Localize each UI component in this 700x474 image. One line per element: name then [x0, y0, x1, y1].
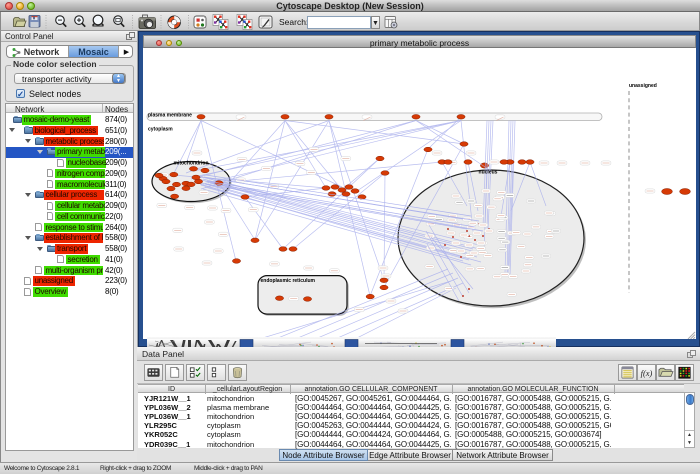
- svg-text:mitochondrion: mitochondrion: [174, 161, 209, 167]
- svg-text:cytoplasm: cytoplasm: [148, 127, 173, 133]
- svg-text:plasma membrane: plasma membrane: [148, 113, 192, 119]
- svg-text:endoplasmic reticulum: endoplasmic reticulum: [261, 278, 316, 284]
- svg-text:f(x): f(x): [641, 368, 653, 378]
- svg-text:unassigned: unassigned: [629, 83, 657, 89]
- svg-text:nucleus: nucleus: [479, 170, 498, 176]
